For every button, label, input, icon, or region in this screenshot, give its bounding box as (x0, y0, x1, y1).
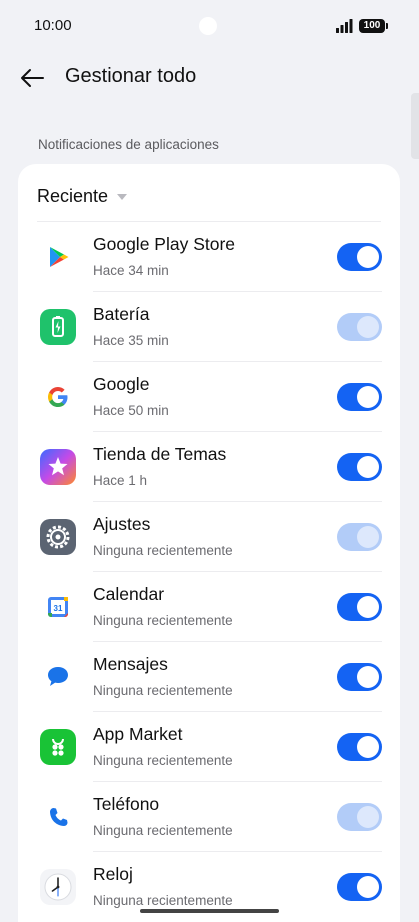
app-row-app-market[interactable]: App Market Ninguna recientemente (18, 712, 400, 782)
theme-store-icon (40, 449, 76, 485)
notification-toggle[interactable] (337, 313, 382, 341)
battery-level: 100 (363, 20, 381, 31)
app-market-icon (40, 729, 76, 765)
apps-card: Reciente Google Play Store Hace 34 min B… (18, 164, 400, 922)
app-row-tienda-de-temas[interactable]: Tienda de Temas Hace 1 h (18, 432, 400, 502)
app-last-notification: Hace 50 min (93, 403, 169, 418)
app-last-notification: Hace 35 min (93, 333, 169, 348)
app-row-telefono[interactable]: Teléfono Ninguna recientemente (18, 782, 400, 852)
app-name: Ajustes (93, 514, 151, 534)
page-title: Gestionar todo (65, 65, 197, 87)
settings-icon (40, 519, 76, 555)
phone-icon (40, 799, 76, 835)
arrow-left-icon (21, 69, 44, 87)
app-name: Google Play Store (93, 234, 236, 254)
app-last-notification: Hace 1 h (93, 473, 148, 488)
app-last-notification: Ninguna recientemente (93, 893, 233, 908)
app-row-mensajes[interactable]: Mensajes Ninguna recientemente (18, 642, 400, 712)
app-last-notification: Hace 34 min (93, 263, 169, 278)
chevron-down-icon (117, 194, 128, 200)
app-name: Mensajes (93, 654, 168, 674)
app-name: Batería (93, 304, 150, 324)
status-time: 10:00 (34, 17, 72, 34)
header: Gestionar todo (0, 52, 419, 102)
notification-toggle[interactable] (337, 873, 382, 901)
app-name: Tienda de Temas (93, 444, 227, 464)
app-row-calendar[interactable]: 31 Calendar Ninguna recientemente (18, 572, 400, 642)
app-name: App Market (93, 724, 183, 744)
app-last-notification: Ninguna recientemente (93, 823, 233, 838)
google-icon (40, 379, 76, 415)
notification-toggle[interactable] (337, 453, 382, 481)
google-play-store-icon (40, 239, 76, 275)
battery-app-icon (40, 309, 76, 345)
camera-cutout (199, 17, 217, 35)
notification-toggle[interactable] (337, 243, 382, 271)
app-row-bateria[interactable]: Batería Hace 35 min (18, 292, 400, 362)
back-button[interactable] (14, 60, 50, 96)
app-last-notification: Ninguna recientemente (93, 613, 233, 628)
app-name: Teléfono (93, 794, 160, 814)
app-name: Reloj (93, 864, 133, 884)
notification-toggle[interactable] (337, 663, 382, 691)
app-name: Calendar (93, 584, 165, 604)
messages-icon (40, 659, 76, 695)
home-indicator[interactable] (140, 909, 279, 913)
notification-toggle[interactable] (337, 803, 382, 831)
section-label: Notificaciones de aplicaciones (38, 137, 219, 152)
notification-toggle[interactable] (337, 523, 382, 551)
sort-dropdown[interactable]: Reciente (37, 183, 128, 209)
status-bar: 10:00 100 (0, 0, 419, 52)
clock-icon (40, 869, 76, 905)
app-row-google-play-store[interactable]: Google Play Store Hace 34 min (18, 222, 400, 292)
sort-label: Reciente (37, 185, 109, 206)
notification-toggle[interactable] (337, 593, 382, 621)
battery-icon: 100 (359, 19, 388, 33)
app-last-notification: Ninguna recientemente (93, 753, 233, 768)
app-row-ajustes[interactable]: Ajustes Ninguna recientemente (18, 502, 400, 572)
notification-toggle[interactable] (337, 733, 382, 761)
svg-text:31: 31 (54, 604, 63, 613)
app-name: Google (93, 374, 150, 394)
signal-icon (336, 19, 353, 33)
scrollbar[interactable] (411, 93, 419, 159)
calendar-icon: 31 (40, 589, 76, 625)
notification-toggle[interactable] (337, 383, 382, 411)
app-last-notification: Ninguna recientemente (93, 543, 233, 558)
app-last-notification: Ninguna recientemente (93, 683, 233, 698)
app-row-google[interactable]: Google Hace 50 min (18, 362, 400, 432)
